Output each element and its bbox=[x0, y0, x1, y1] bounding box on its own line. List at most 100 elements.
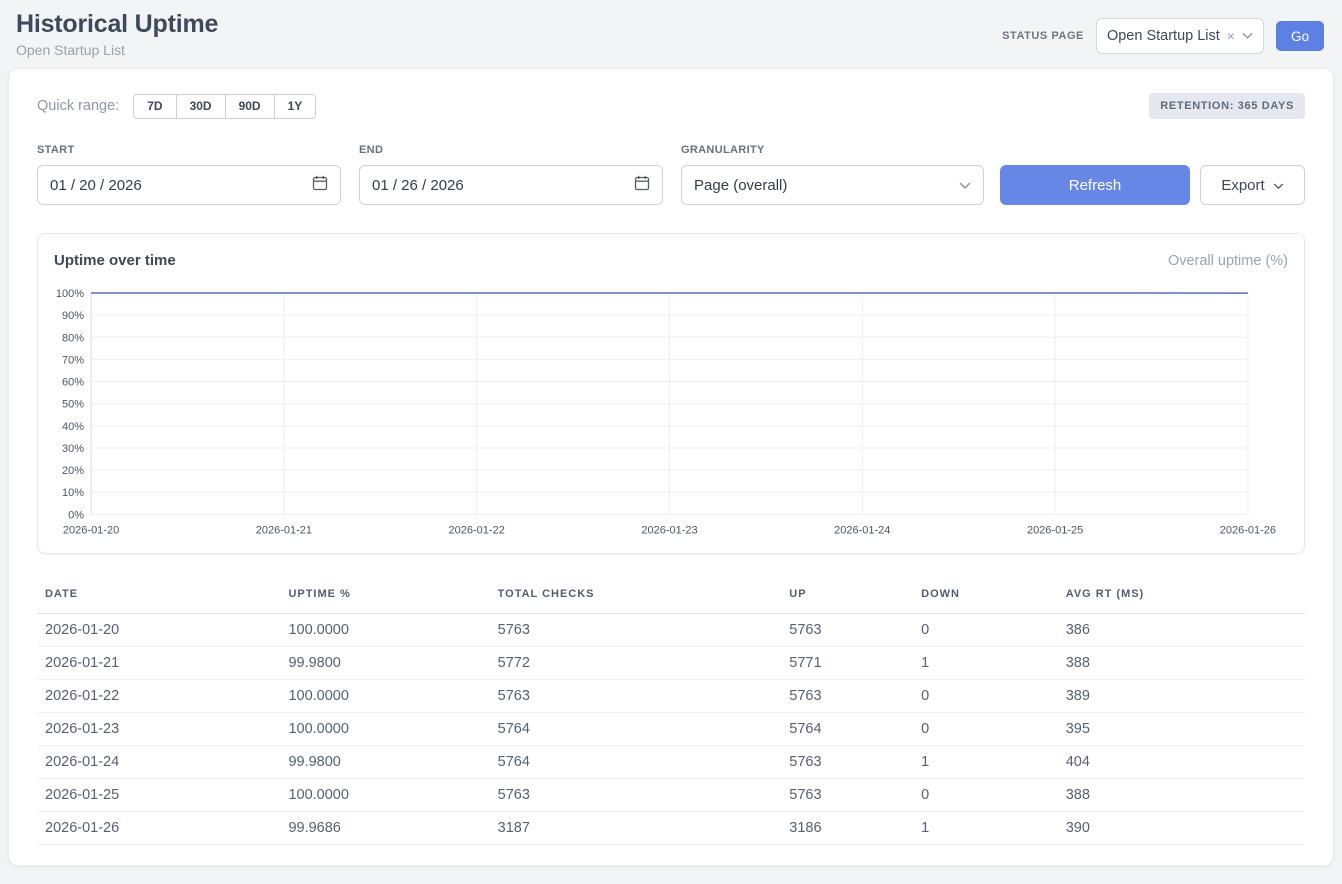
table-cell: 100.0000 bbox=[280, 680, 489, 713]
table-cell: 5763 bbox=[781, 680, 913, 713]
table-cell: 388 bbox=[1058, 647, 1305, 680]
svg-text:80%: 80% bbox=[62, 332, 84, 344]
svg-text:2026-01-21: 2026-01-21 bbox=[256, 524, 312, 536]
table-cell: 99.9800 bbox=[280, 746, 489, 779]
table-cell: 5772 bbox=[490, 647, 782, 680]
granularity-select[interactable]: Page (overall) bbox=[681, 165, 984, 205]
page-title: Historical Uptime bbox=[16, 10, 218, 39]
table-cell: 0 bbox=[913, 713, 1058, 746]
svg-text:40%: 40% bbox=[62, 421, 84, 433]
clear-selection-icon[interactable]: × bbox=[1227, 29, 1235, 43]
svg-text:60%: 60% bbox=[62, 377, 84, 389]
calendar-icon[interactable] bbox=[634, 175, 650, 195]
table-cell: 3187 bbox=[490, 812, 782, 845]
table-cell: 395 bbox=[1058, 713, 1305, 746]
chart-legend: Overall uptime (%) bbox=[1168, 253, 1288, 269]
table-cell: 404 bbox=[1058, 746, 1305, 779]
main-card: Quick range: 7D30D90D1Y RETENTION: 365 D… bbox=[8, 68, 1334, 866]
svg-text:20%: 20% bbox=[62, 465, 84, 477]
filter-form-row: START 01 / 20 / 2026 END 01 / 26 / 2026 … bbox=[37, 144, 1305, 205]
export-button-label: Export bbox=[1221, 177, 1264, 194]
table-cell: 5763 bbox=[781, 614, 913, 647]
quick-range-1y-button[interactable]: 1Y bbox=[274, 94, 317, 119]
quick-range-30d-button[interactable]: 30D bbox=[176, 94, 226, 119]
go-button[interactable]: Go bbox=[1276, 21, 1324, 51]
svg-text:2026-01-23: 2026-01-23 bbox=[641, 524, 697, 536]
start-date-label: START bbox=[37, 144, 341, 156]
page-subtitle: Open Startup List bbox=[16, 42, 218, 58]
chevron-down-icon bbox=[1273, 177, 1284, 194]
table-cell: 5763 bbox=[781, 779, 913, 812]
table-cell: 390 bbox=[1058, 812, 1305, 845]
table-cell: 1 bbox=[913, 746, 1058, 779]
table-cell: 1 bbox=[913, 647, 1058, 680]
end-date-value: 01 / 26 / 2026 bbox=[372, 177, 464, 194]
uptime-line-chart: 0%10%20%30%40%50%60%70%80%90%100%2026-01… bbox=[52, 283, 1290, 541]
start-date-input[interactable]: 01 / 20 / 2026 bbox=[37, 165, 341, 205]
uptime-table-body: 2026-01-20100.00005763576303862026-01-21… bbox=[37, 614, 1305, 845]
table-row: 2026-01-20100.0000576357630386 bbox=[37, 614, 1305, 647]
quick-range-7d-button[interactable]: 7D bbox=[133, 94, 176, 119]
table-cell: 2026-01-20 bbox=[37, 614, 280, 647]
granularity-label: GRANULARITY bbox=[681, 144, 984, 156]
table-header-row: DATEUPTIME %TOTAL CHECKSUPDOWNAVG RT (MS… bbox=[37, 580, 1305, 614]
svg-text:50%: 50% bbox=[62, 399, 84, 411]
table-cell: 0 bbox=[913, 614, 1058, 647]
chevron-down-icon bbox=[959, 177, 971, 194]
end-date-input[interactable]: 01 / 26 / 2026 bbox=[359, 165, 663, 205]
table-cell: 389 bbox=[1058, 680, 1305, 713]
end-date-field: END 01 / 26 / 2026 bbox=[359, 144, 663, 205]
uptime-chart-card: Uptime over time Overall uptime (%) 0% 10… bbox=[37, 233, 1305, 554]
svg-text:2026-01-24: 2026-01-24 bbox=[834, 524, 890, 536]
calendar-icon[interactable] bbox=[312, 175, 328, 195]
status-page-label: STATUS PAGE bbox=[1002, 30, 1084, 42]
status-page-select[interactable]: Open Startup List × bbox=[1096, 18, 1264, 54]
svg-text:2026-01-26: 2026-01-26 bbox=[1220, 524, 1276, 536]
table-cell: 5763 bbox=[490, 614, 782, 647]
quick-range-90d-button[interactable]: 90D bbox=[225, 94, 275, 119]
column-header: UPTIME % bbox=[280, 580, 489, 614]
column-header: DOWN bbox=[913, 580, 1058, 614]
table-cell: 100.0000 bbox=[280, 614, 489, 647]
svg-text:100%: 100% bbox=[56, 288, 84, 300]
topbar-controls: STATUS PAGE Open Startup List × Go bbox=[1002, 18, 1324, 54]
table-cell: 99.9686 bbox=[280, 812, 489, 845]
table-row: 2026-01-2699.9686318731861390 bbox=[37, 812, 1305, 845]
column-header: TOTAL CHECKS bbox=[490, 580, 782, 614]
granularity-field: GRANULARITY Page (overall) bbox=[681, 144, 984, 205]
table-cell: 2026-01-25 bbox=[37, 779, 280, 812]
table-cell: 2026-01-21 bbox=[37, 647, 280, 680]
table-cell: 2026-01-22 bbox=[37, 680, 280, 713]
uptime-table: DATEUPTIME %TOTAL CHECKSUPDOWNAVG RT (MS… bbox=[37, 580, 1305, 845]
svg-text:90%: 90% bbox=[62, 310, 84, 322]
refresh-button[interactable]: Refresh bbox=[1000, 165, 1190, 205]
table-cell: 99.9800 bbox=[280, 647, 489, 680]
table-row: 2026-01-2199.9800577257711388 bbox=[37, 647, 1305, 680]
page-header: Historical Uptime Open Startup List STAT… bbox=[0, 0, 1342, 68]
uptime-table-head: DATEUPTIME %TOTAL CHECKSUPDOWNAVG RT (MS… bbox=[37, 580, 1305, 614]
export-button[interactable]: Export bbox=[1200, 165, 1305, 205]
table-cell: 0 bbox=[913, 680, 1058, 713]
svg-text:2026-01-22: 2026-01-22 bbox=[449, 524, 505, 536]
table-cell: 2026-01-26 bbox=[37, 812, 280, 845]
table-row: 2026-01-23100.0000576457640395 bbox=[37, 713, 1305, 746]
table-cell: 100.0000 bbox=[280, 779, 489, 812]
svg-text:0%: 0% bbox=[68, 509, 84, 521]
svg-text:30%: 30% bbox=[62, 443, 84, 455]
column-header: UP bbox=[781, 580, 913, 614]
svg-text:70%: 70% bbox=[62, 354, 84, 366]
quick-range-row: Quick range: 7D30D90D1Y RETENTION: 365 D… bbox=[37, 93, 1305, 119]
table-cell: 5764 bbox=[490, 713, 782, 746]
quick-range-label: Quick range: bbox=[37, 98, 119, 114]
chart-title: Uptime over time bbox=[54, 252, 176, 269]
chart-header: Uptime over time Overall uptime (%) bbox=[52, 248, 1290, 283]
table-cell: 2026-01-23 bbox=[37, 713, 280, 746]
table-row: 2026-01-25100.0000576357630388 bbox=[37, 779, 1305, 812]
table-cell: 5763 bbox=[490, 779, 782, 812]
svg-text:2026-01-25: 2026-01-25 bbox=[1027, 524, 1083, 536]
table-row: 2026-01-2499.9800576457631404 bbox=[37, 746, 1305, 779]
table-row: 2026-01-22100.0000576357630389 bbox=[37, 680, 1305, 713]
table-cell: 100.0000 bbox=[280, 713, 489, 746]
table-cell: 5763 bbox=[490, 680, 782, 713]
end-date-label: END bbox=[359, 144, 663, 156]
